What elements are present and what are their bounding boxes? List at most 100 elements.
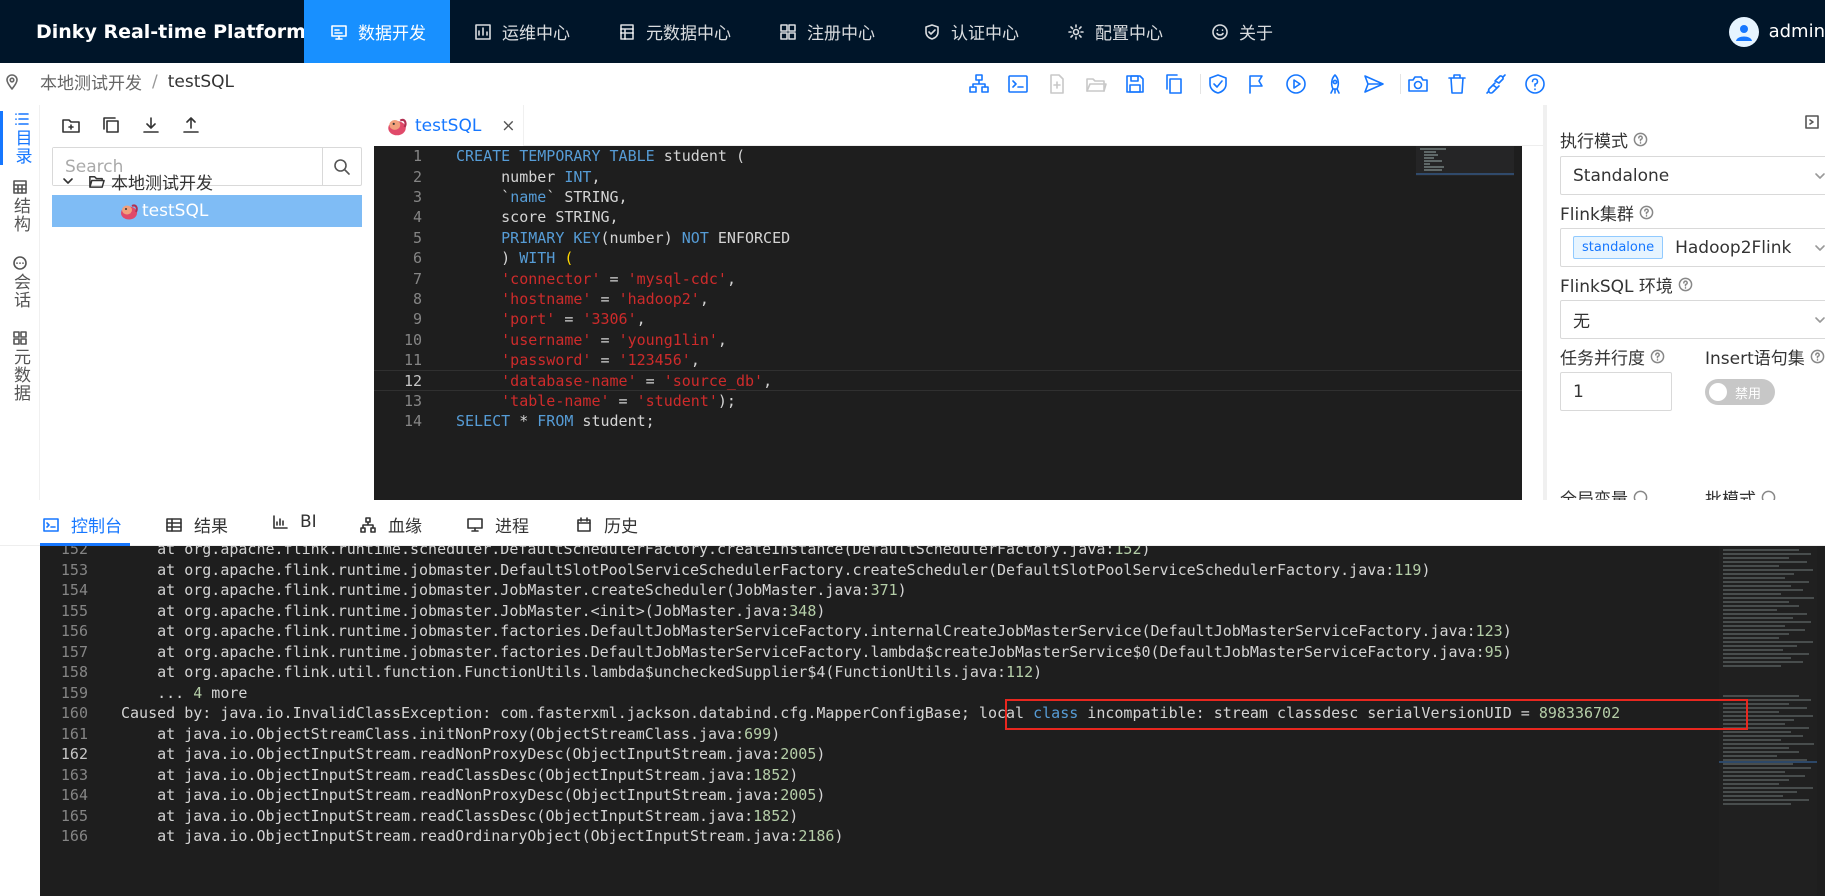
console-line[interactable]: 153 at org.apache.flink.runtime.jobmaste… bbox=[40, 560, 1825, 581]
user-menu[interactable]: admin bbox=[1728, 0, 1825, 63]
tab-result[interactable]: 结果 bbox=[166, 512, 228, 537]
line-number: 155 bbox=[60, 601, 88, 620]
nav-item-4[interactable]: 认证中心 bbox=[899, 0, 1043, 63]
editor-tab-testsql[interactable]: testSQL × bbox=[373, 105, 524, 146]
line-number: 164 bbox=[60, 786, 88, 805]
tab-process[interactable]: 进程 bbox=[467, 512, 529, 537]
code-line[interactable]: 6 ) WITH ( bbox=[374, 248, 1522, 268]
console-line[interactable]: 156 at org.apache.flink.runtime.jobmaste… bbox=[40, 621, 1825, 642]
code-line[interactable]: 2 number INT, bbox=[374, 166, 1522, 186]
flag-icon[interactable] bbox=[1246, 73, 1268, 95]
code-line[interactable]: 4 score STRING, bbox=[374, 207, 1522, 227]
api-icon[interactable] bbox=[1485, 73, 1507, 95]
breadcrumb-root[interactable]: 本地测试开发 bbox=[40, 69, 142, 94]
open-folder-icon[interactable] bbox=[1085, 73, 1107, 95]
nav-item-3[interactable]: 注册中心 bbox=[755, 0, 899, 63]
question-circle-icon[interactable] bbox=[1650, 349, 1665, 364]
cluster-icon[interactable] bbox=[968, 73, 990, 95]
exec-mode-select[interactable]: Standalone bbox=[1560, 156, 1825, 195]
code-line[interactable]: 9 'port' = '3306', bbox=[374, 309, 1522, 329]
brand[interactable]: Dinky Real-time Platform bbox=[0, 0, 306, 63]
console-line[interactable]: 155 at org.apache.flink.runtime.jobmaste… bbox=[40, 601, 1825, 622]
copy-icon[interactable] bbox=[101, 115, 121, 135]
camera-icon[interactable] bbox=[1407, 73, 1429, 95]
chevron-down-icon[interactable] bbox=[62, 175, 74, 187]
breadcrumb-current: testSQL bbox=[167, 71, 235, 92]
save-icon[interactable] bbox=[1124, 73, 1146, 95]
console-output[interactable]: 152 at org.apache.flink.runtime.schedule… bbox=[40, 546, 1825, 896]
tab-lineage[interactable]: 血缘 bbox=[360, 512, 422, 537]
question-circle-icon[interactable] bbox=[1633, 132, 1648, 147]
code-line[interactable]: 12 'database-name' = 'source_db', bbox=[374, 370, 1522, 391]
safety-icon bbox=[925, 23, 939, 40]
nav-item-0[interactable]: 数据开发 bbox=[304, 0, 450, 63]
code-line[interactable]: 7 'connector' = 'mysql-cdc', bbox=[374, 268, 1522, 288]
collapse-panel-icon[interactable] bbox=[1805, 115, 1819, 129]
delete-icon[interactable] bbox=[1446, 73, 1468, 95]
line-number: 6 bbox=[412, 249, 422, 268]
tab-lineage-label: 血缘 bbox=[388, 517, 422, 537]
console-line[interactable]: 165 at java.io.ObjectInputStream.readCla… bbox=[40, 806, 1825, 827]
line-number: 162 bbox=[60, 745, 88, 764]
nav-item-5[interactable]: 配置中心 bbox=[1043, 0, 1187, 63]
question-circle-icon[interactable] bbox=[1810, 349, 1825, 364]
side-tab-catalog[interactable]: 目录 bbox=[0, 111, 40, 165]
question-circle-icon[interactable] bbox=[1524, 73, 1546, 95]
side-tab-session[interactable]: 会话 bbox=[0, 255, 40, 309]
console-line[interactable]: 164 at java.io.ObjectInputStream.readNon… bbox=[40, 785, 1825, 806]
tab-console[interactable]: 控制台 bbox=[43, 512, 122, 537]
new-folder-icon[interactable] bbox=[61, 115, 81, 135]
tree-file-selected[interactable]: testSQL bbox=[52, 195, 362, 227]
console-line[interactable]: 162 at java.io.ObjectInputStream.readNon… bbox=[40, 744, 1825, 765]
exec-mode-label-text: 执行模式 bbox=[1560, 132, 1628, 152]
sql-code-editor[interactable]: 1 CREATE TEMPORARY TABLE student (2 numbe… bbox=[374, 146, 1522, 500]
code-text: PRIMARY KEY(number) NOT ENFORCED bbox=[501, 228, 791, 247]
new-file-icon[interactable] bbox=[1046, 73, 1068, 95]
nav-item-6[interactable]: 关于 bbox=[1187, 0, 1297, 63]
job-settings-panel: 执行模式 Standalone Flink集群 standalone Hadoo… bbox=[1543, 105, 1825, 510]
insert-set-switch[interactable]: 禁用 bbox=[1705, 379, 1775, 405]
side-tab-label: 会话 bbox=[10, 273, 30, 309]
question-circle-icon[interactable] bbox=[1678, 277, 1693, 292]
question-circle-icon[interactable] bbox=[1639, 205, 1654, 220]
code-line[interactable]: 8 'hostname' = 'hadoop2', bbox=[374, 289, 1522, 309]
cluster-select[interactable]: standalone Hadoop2Flink bbox=[1560, 228, 1825, 267]
tree-folder[interactable]: 本地测试开发 bbox=[52, 165, 362, 197]
rocket-icon[interactable] bbox=[1324, 73, 1346, 95]
console-text: at java.io.ObjectInputStream.readOrdinar… bbox=[121, 827, 844, 846]
env-select[interactable]: 无 bbox=[1560, 300, 1825, 339]
console-line[interactable]: 158 at org.apache.flink.util.function.Fu… bbox=[40, 662, 1825, 683]
code-line[interactable]: 1 CREATE TEMPORARY TABLE student ( bbox=[374, 146, 1522, 166]
side-tab-metadata[interactable]: 元数据 bbox=[0, 330, 40, 402]
console-text: at org.apache.flink.runtime.jobmaster.De… bbox=[121, 560, 1431, 579]
parallelism-input[interactable]: 1 bbox=[1560, 372, 1672, 411]
code-text: 'database-name' = 'source_db', bbox=[501, 371, 773, 390]
tab-bi[interactable]: BI bbox=[272, 512, 317, 532]
console-line[interactable]: 154 at org.apache.flink.runtime.jobmaste… bbox=[40, 580, 1825, 601]
tab-history[interactable]: 历史 bbox=[576, 512, 638, 537]
console-text: at java.io.ObjectInputStream.readClassDe… bbox=[121, 765, 799, 784]
copy-icon[interactable] bbox=[1163, 73, 1185, 95]
play-circle-icon[interactable] bbox=[1285, 73, 1307, 95]
code-line[interactable]: 13 'table-name' = 'student'); bbox=[374, 391, 1522, 411]
code-line[interactable]: 11 'password' = '123456', bbox=[374, 350, 1522, 370]
nav-item-1[interactable]: 运维中心 bbox=[450, 0, 594, 63]
side-tab-structure[interactable]: 结构 bbox=[0, 179, 40, 233]
nav-item-2[interactable]: 元数据中心 bbox=[594, 0, 755, 63]
send-icon[interactable] bbox=[1363, 73, 1385, 95]
close-icon[interactable]: × bbox=[501, 116, 515, 136]
check-shield-icon[interactable] bbox=[1207, 73, 1229, 95]
download-icon[interactable] bbox=[141, 115, 161, 135]
console-icon[interactable] bbox=[1007, 73, 1029, 95]
upload-icon[interactable] bbox=[181, 115, 201, 135]
console-line[interactable]: 152 at org.apache.flink.runtime.schedule… bbox=[40, 546, 1825, 560]
code-line[interactable]: 14 SELECT * FROM student; bbox=[374, 411, 1522, 431]
console-line[interactable]: 166 at java.io.ObjectInputStream.readOrd… bbox=[40, 826, 1825, 847]
side-tab-label: 结构 bbox=[10, 197, 30, 233]
code-line[interactable]: 3 `name` STRING, bbox=[374, 187, 1522, 207]
code-text: 'password' = '123456', bbox=[501, 351, 700, 370]
code-line[interactable]: 10 'username' = 'young1lin', bbox=[374, 330, 1522, 350]
console-line[interactable]: 163 at java.io.ObjectInputStream.readCla… bbox=[40, 765, 1825, 786]
code-line[interactable]: 5 PRIMARY KEY(number) NOT ENFORCED bbox=[374, 228, 1522, 248]
console-line[interactable]: 157 at org.apache.flink.runtime.jobmaste… bbox=[40, 642, 1825, 663]
